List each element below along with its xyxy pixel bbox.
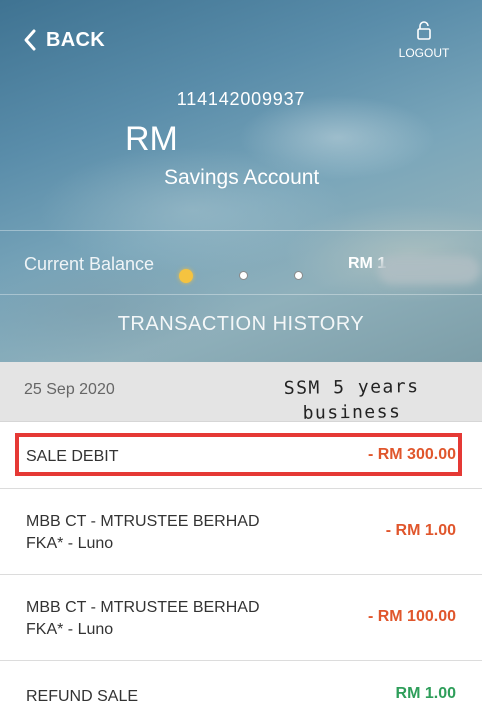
divider bbox=[0, 230, 482, 231]
transaction-description: MBB CT - MTRUSTEE BERHAD FKA* - Luno bbox=[26, 511, 260, 555]
highlight-box bbox=[15, 433, 462, 476]
transaction-amount: - RM 100.00 bbox=[367, 608, 456, 625]
transaction-description-line: FKA* - Luno bbox=[26, 535, 114, 552]
transaction-row[interactable]: MBB CT - MTRUSTEE BERHAD FKA* - Luno - R… bbox=[0, 489, 482, 575]
back-button[interactable]: BACK bbox=[22, 28, 105, 52]
carousel-dot[interactable] bbox=[239, 271, 248, 280]
carousel-dot-active[interactable] bbox=[179, 269, 193, 283]
transaction-description: MBB CT - MTRUSTEE BERHAD FKA* - Luno bbox=[26, 597, 260, 641]
account-type: Savings Account bbox=[164, 166, 320, 189]
divider bbox=[0, 294, 482, 295]
transaction-history-title[interactable]: TRANSACTION HISTORY bbox=[0, 313, 482, 336]
transaction-row[interactable]: REFUND SALE RM 1.00 bbox=[0, 661, 482, 720]
carousel-dot[interactable] bbox=[294, 271, 303, 280]
annotation-line: SSM 5 years business bbox=[283, 376, 420, 424]
transaction-description: REFUND SALE bbox=[26, 688, 139, 705]
balance-redaction bbox=[378, 256, 480, 284]
transaction-description-line: FKA* - Luno bbox=[26, 621, 114, 638]
current-balance-label: Current Balance bbox=[24, 254, 155, 274]
transaction-row[interactable]: MBB CT - MTRUSTEE BERHAD FKA* - Luno - R… bbox=[0, 575, 482, 661]
transaction-amount: RM 1.00 bbox=[395, 685, 456, 702]
transaction-description-line: MBB CT - MTRUSTEE BERHAD bbox=[26, 513, 260, 530]
logout-button[interactable]: LOGOUT bbox=[394, 20, 454, 60]
logout-label: LOGOUT bbox=[398, 46, 450, 60]
account-header: BACK LOGOUT 114142009937 RM Savings Acco… bbox=[0, 0, 482, 362]
transaction-amount: - RM 1.00 bbox=[385, 522, 456, 539]
chevron-left-icon bbox=[24, 29, 36, 51]
back-label: BACK bbox=[46, 28, 105, 51]
currency-label: RM bbox=[125, 120, 178, 158]
transaction-date: 25 Sep 2020 bbox=[24, 381, 115, 398]
transaction-description-line: MBB CT - MTRUSTEE BERHAD bbox=[26, 599, 260, 616]
lock-icon bbox=[417, 21, 431, 40]
account-number: 114142009937 bbox=[176, 89, 306, 109]
